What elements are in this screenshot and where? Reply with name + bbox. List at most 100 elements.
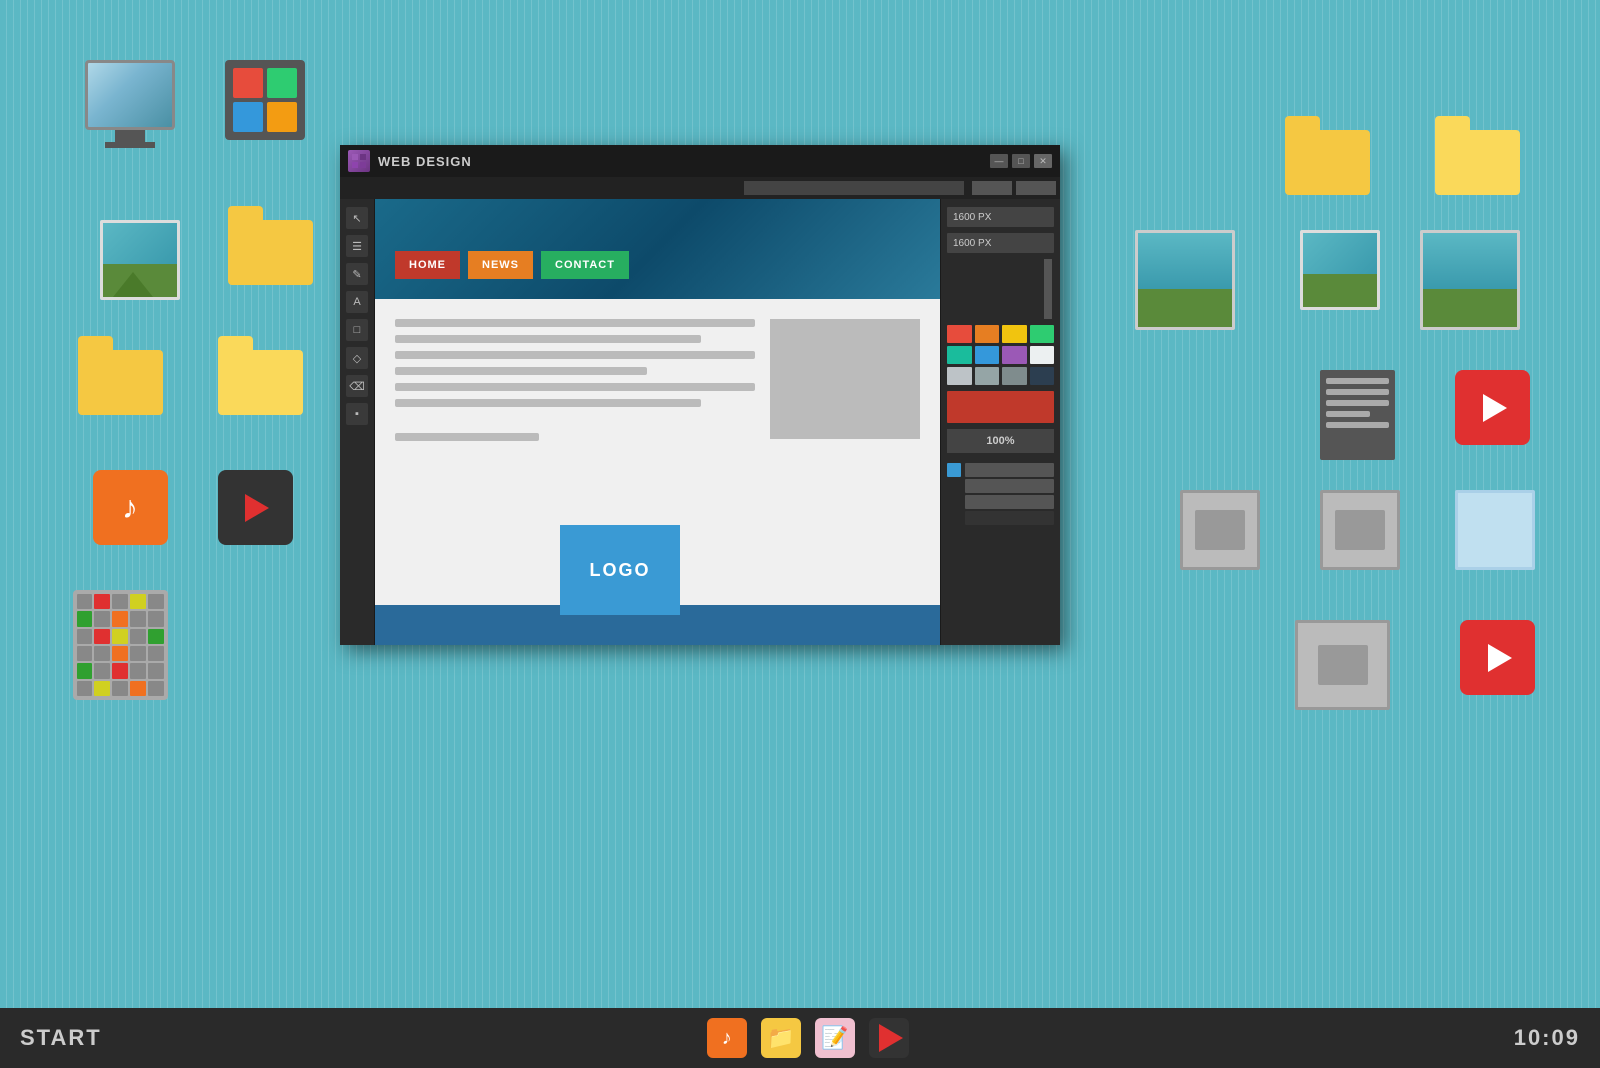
desktop-icon-video1[interactable] <box>210 470 300 560</box>
desktop-icon-doc[interactable] <box>1320 370 1395 460</box>
desktop-icon-folder3[interactable] <box>205 350 315 450</box>
photo-shape-gray-r1 <box>1180 490 1260 570</box>
nav-contact-button[interactable]: CONTACT <box>541 251 629 279</box>
app-menubar-btn-1[interactable] <box>972 181 1012 195</box>
folder-shape-2 <box>78 350 163 415</box>
panel-input-group <box>947 463 1054 525</box>
nav-news-button[interactable]: NEWS <box>468 251 533 279</box>
taskbar-video-icon[interactable] <box>869 1018 909 1058</box>
app-controls: — □ ✕ <box>990 154 1052 168</box>
desktop-icon-photo-gray-r2[interactable] <box>1320 490 1400 570</box>
desktop-icon-photo-r3[interactable] <box>1135 230 1235 330</box>
desktop-icon-folder2[interactable] <box>60 350 180 450</box>
folder-shape-3 <box>218 350 303 415</box>
app-menubar <box>340 177 1060 199</box>
desktop-icon-photo-gray-r1[interactable] <box>1180 490 1260 570</box>
trash-cell-yellow2 <box>112 629 128 644</box>
panel-input-1[interactable] <box>965 463 1054 477</box>
panel-input-dark-1[interactable] <box>965 511 1054 525</box>
desktop-icon-photo-r2[interactable] <box>1300 230 1380 310</box>
trash-cell-green3 <box>77 663 93 678</box>
taskbar-note-icon[interactable]: 📝 <box>815 1018 855 1058</box>
trash-cell <box>77 646 93 661</box>
color-swatch-gray[interactable] <box>947 367 972 385</box>
panel-input-3[interactable] <box>965 495 1054 509</box>
windows-logo <box>225 60 305 140</box>
tool-text[interactable]: A <box>346 291 368 313</box>
photo-ground-1 <box>103 264 177 297</box>
monitor-shape <box>85 60 175 130</box>
close-button[interactable]: ✕ <box>1034 154 1052 168</box>
color-swatch-gray3[interactable] <box>1002 367 1027 385</box>
maximize-button[interactable]: □ <box>1012 154 1030 168</box>
tool-diamond[interactable]: ◇ <box>346 347 368 369</box>
tool-pen[interactable]: ✎ <box>346 263 368 285</box>
taskbar-music-icon[interactable]: ♪ <box>707 1018 747 1058</box>
panel-zoom-text: 100% <box>986 435 1014 447</box>
tool-misc[interactable]: ▪ <box>346 403 368 425</box>
win-quad-red <box>233 68 263 98</box>
app-titlebar: WEB DESIGN — □ ✕ <box>340 145 1060 177</box>
desktop-icon-photo-blue[interactable] <box>1455 490 1535 570</box>
color-swatch-gray2[interactable] <box>975 367 1000 385</box>
desktop-icon-music[interactable]: ♪ <box>85 470 175 560</box>
desktop-icon-photo-gray-r3[interactable] <box>1295 620 1390 710</box>
color-swatch-red[interactable] <box>947 325 972 343</box>
photo-sky-r2 <box>1303 233 1377 274</box>
panel-blue-swatch[interactable] <box>947 463 961 477</box>
desktop-icon-photo1[interactable] <box>90 220 190 320</box>
minimize-button[interactable]: — <box>990 154 1008 168</box>
color-swatch-green[interactable] <box>1030 325 1055 343</box>
panel-width-field[interactable]: 1600 PX <box>947 207 1054 227</box>
trash-cell-orange <box>112 611 128 626</box>
trash-cell <box>148 594 164 609</box>
panel-height-field[interactable]: 1600 PX <box>947 233 1054 253</box>
desktop-icon-photo-r1[interactable] <box>1420 230 1520 330</box>
trash-cell <box>148 681 164 696</box>
photo-inner-gray-r3 <box>1318 645 1368 685</box>
trash-cell <box>148 646 164 661</box>
doc-shape <box>1320 370 1395 460</box>
trash-cell-orange3 <box>130 681 146 696</box>
desktop-icon-trash[interactable] <box>60 590 180 720</box>
color-swatch-white[interactable] <box>1030 346 1055 364</box>
desktop-icon-folder-r1[interactable] <box>1435 130 1520 195</box>
panel-scrollbar-right[interactable] <box>1044 259 1052 319</box>
app-menubar-btn-2[interactable] <box>1016 181 1056 195</box>
folder-shape-r2 <box>1285 130 1370 195</box>
color-swatch-dark[interactable] <box>1030 367 1055 385</box>
app-menubar-input[interactable] <box>744 181 964 195</box>
start-button[interactable]: START <box>20 1025 102 1051</box>
panel-red-swatch[interactable] <box>947 391 1054 423</box>
site-text-col <box>395 319 755 441</box>
desktop-icon-folder1[interactable] <box>225 220 315 300</box>
trash-cell <box>112 681 128 696</box>
logo-card[interactable]: LOGO <box>560 525 680 615</box>
color-swatch-yellow[interactable] <box>1002 325 1027 343</box>
tool-eraser[interactable]: ⌫ <box>346 375 368 397</box>
eraser-icon: ⌫ <box>349 380 365 393</box>
trash-cell-yellow <box>130 594 146 609</box>
taskbar-folder-symbol: 📁 <box>767 1025 794 1051</box>
tool-menu[interactable]: ☰ <box>346 235 368 257</box>
doc-line-4 <box>1326 411 1370 417</box>
taskbar-note-symbol: 📝 <box>821 1025 848 1051</box>
color-swatch-orange[interactable] <box>975 325 1000 343</box>
win-quad-blue <box>233 102 263 132</box>
desktop-icon-video-r1[interactable] <box>1455 370 1530 445</box>
panel-input-2[interactable] <box>965 479 1054 493</box>
trash-cell <box>77 629 93 644</box>
photo-inner-gray-r2 <box>1335 510 1385 550</box>
tool-rect[interactable]: □ <box>346 319 368 341</box>
desktop-icon-folder-r2[interactable] <box>1285 130 1370 195</box>
color-swatch-blue[interactable] <box>975 346 1000 364</box>
taskbar-folder-icon[interactable]: 📁 <box>761 1018 801 1058</box>
color-swatch-purple[interactable] <box>1002 346 1027 364</box>
taskbar-time: 10:09 <box>1514 1025 1580 1051</box>
desktop-icon-monitor[interactable] <box>70 60 190 170</box>
color-swatch-teal[interactable] <box>947 346 972 364</box>
tool-select[interactable]: ↖ <box>346 207 368 229</box>
desktop-icon-windows[interactable] <box>210 60 320 170</box>
desktop-icon-video-r2[interactable] <box>1460 620 1535 695</box>
nav-home-button[interactable]: HOME <box>395 251 460 279</box>
